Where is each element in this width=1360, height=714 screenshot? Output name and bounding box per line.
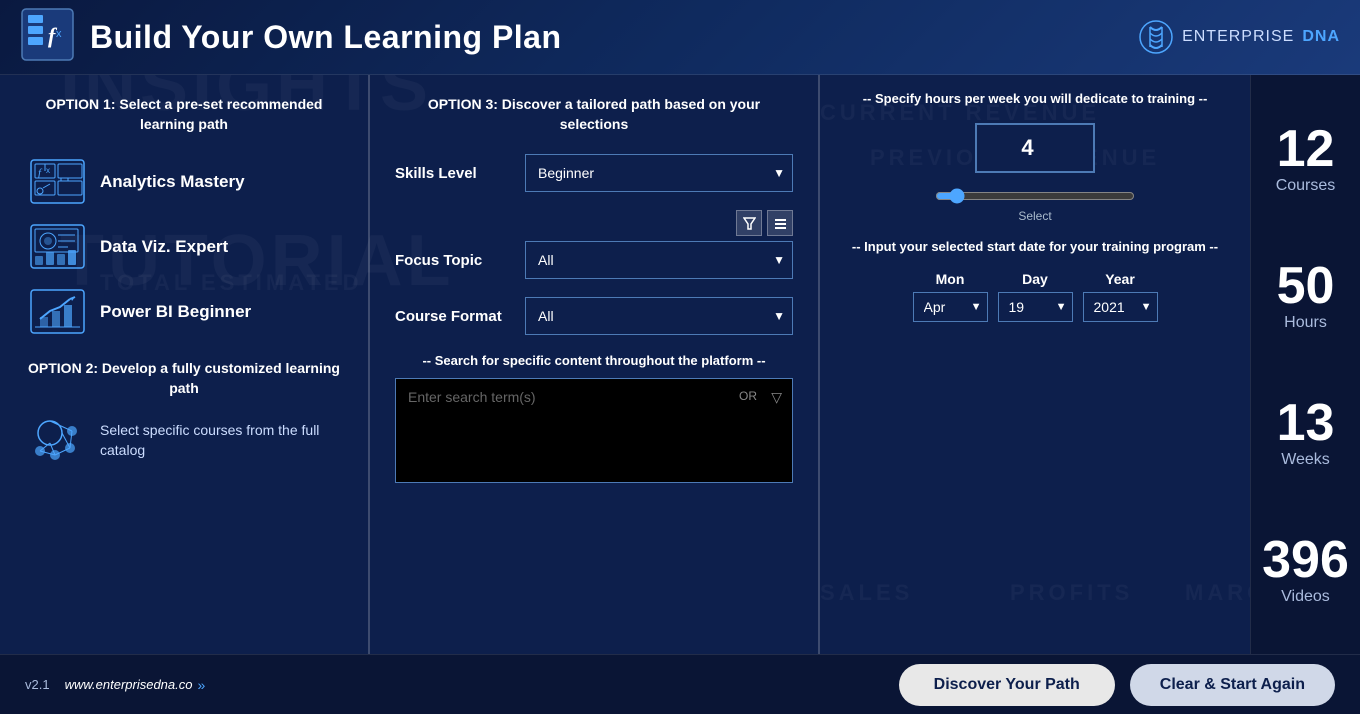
hours-stat-label: Hours — [1277, 314, 1335, 332]
videos-label: Videos — [1262, 588, 1349, 606]
weeks-number: 13 — [1277, 397, 1335, 449]
option2-item[interactable]: Select specific courses from the full ca… — [25, 408, 343, 473]
focus-topic-label: Focus Topic — [395, 252, 515, 269]
courses-label: Courses — [1276, 177, 1336, 195]
search-or-text: OR — [739, 389, 757, 403]
footer-url: www.enterprisedna.co — [65, 677, 193, 692]
option2-text: Select specific courses from the full ca… — [100, 421, 338, 460]
dna-text: DNA — [1302, 28, 1340, 46]
start-date-label: -- Input your selected start date for yo… — [840, 238, 1230, 256]
day-select-wrapper: 1234 5678 9101112 13141516 17181920 2122… — [998, 292, 1073, 322]
year-col: Year 20202021 202220232024 ▼ — [1083, 271, 1158, 322]
courses-stat: 12 Courses — [1276, 123, 1336, 195]
right-panel: -- Specify hours per week you will dedic… — [820, 75, 1250, 654]
slider-area — [840, 188, 1230, 204]
day-select[interactable]: 1234 5678 9101112 13141516 17181920 2122… — [998, 292, 1073, 322]
courses-number: 12 — [1276, 123, 1336, 175]
month-label: Mon — [936, 271, 965, 287]
svg-text:x: x — [46, 166, 50, 175]
search-placeholder-text: Enter search term(s) — [408, 389, 536, 405]
dataviz-item[interactable]: Data Viz. Expert — [25, 214, 343, 279]
skills-level-row: Skills Level Beginner Intermediate Advan… — [395, 154, 793, 192]
hours-input-area — [840, 123, 1230, 173]
powerbi-item[interactable]: Power BI Beginner — [25, 279, 343, 344]
hours-slider[interactable] — [935, 188, 1135, 204]
hours-label: -- Specify hours per week you will dedic… — [840, 90, 1230, 108]
header: f x Build Your Own Learning Plan ENTERPR… — [0, 0, 1360, 75]
hours-input[interactable] — [975, 123, 1095, 173]
left-panel: OPTION 1: Select a pre-set recommended l… — [0, 75, 370, 654]
svg-text:f: f — [38, 167, 43, 179]
month-col: Mon JanFebMar AprMayJun JulAugSep OctNov… — [913, 271, 988, 322]
skills-level-label: Skills Level — [395, 165, 515, 182]
analytics-icon: f x — [30, 159, 85, 204]
enterprise-text: ENTERPRISE — [1182, 28, 1294, 46]
focus-topic-select-wrapper: All Power BI DAX Python SQL ▼ — [525, 241, 793, 279]
option3-title: OPTION 3: Discover a tailored path based… — [395, 95, 793, 134]
month-select-wrapper: JanFebMar AprMayJun JulAugSep OctNovDec … — [913, 292, 988, 322]
svg-text:x: x — [56, 28, 62, 40]
header-logo: f x — [20, 7, 90, 67]
hours-stat: 50 Hours — [1277, 260, 1335, 332]
dataviz-label: Data Viz. Expert — [100, 237, 228, 257]
day-col: Day 1234 5678 9101112 13141516 17181920 … — [998, 271, 1073, 322]
page-title: Build Your Own Learning Plan — [90, 19, 562, 56]
main-content: OPTION 1: Select a pre-set recommended l… — [0, 75, 1360, 654]
brand-logo: ENTERPRISE DNA — [1138, 19, 1340, 55]
focus-topic-select[interactable]: All Power BI DAX Python SQL — [525, 241, 793, 279]
skills-level-select[interactable]: Beginner Intermediate Advanced — [525, 154, 793, 192]
search-label: -- Search for specific content throughou… — [395, 353, 793, 368]
powerbi-label: Power BI Beginner — [100, 302, 251, 322]
filter-icons-row — [525, 210, 793, 236]
month-select[interactable]: JanFebMar AprMayJun JulAugSep OctNovDec — [913, 292, 988, 322]
course-format-label: Course Format — [395, 308, 515, 325]
filter-icon-2[interactable] — [767, 210, 793, 236]
search-filter-icon: ▽ — [771, 389, 782, 406]
option1-title: OPTION 1: Select a pre-set recommended l… — [25, 95, 343, 134]
footer-buttons: Discover Your Path Clear & Start Again — [899, 664, 1335, 706]
year-select-wrapper: 20202021 202220232024 ▼ — [1083, 292, 1158, 322]
course-format-row: Course Format All Video Course Workshop … — [395, 297, 793, 335]
focus-topic-row: Focus Topic All Power BI DAX Python SQL … — [395, 241, 793, 279]
right-section: -- Specify hours per week you will dedic… — [820, 75, 1360, 654]
course-format-select-wrapper: All Video Course Workshop ▼ — [525, 297, 793, 335]
middle-panel: OPTION 3: Discover a tailored path based… — [370, 75, 820, 654]
search-area[interactable]: Enter search term(s) OR ▽ — [395, 378, 793, 483]
analytics-mastery-item[interactable]: f x Analytics Mastery — [25, 149, 343, 214]
year-select[interactable]: 20202021 202220232024 — [1083, 292, 1158, 322]
year-label: Year — [1105, 271, 1135, 287]
videos-number: 396 — [1262, 534, 1349, 586]
weeks-label: Weeks — [1277, 451, 1335, 469]
videos-stat: 396 Videos — [1262, 534, 1349, 606]
date-row: Mon JanFebMar AprMayJun JulAugSep OctNov… — [840, 271, 1230, 322]
footer-chevron-icon: » — [197, 677, 205, 693]
footer: v2.1 www.enterprisedna.co » Discover You… — [0, 654, 1360, 714]
select-label: Select — [840, 209, 1230, 223]
dataviz-icon — [30, 224, 85, 269]
course-format-select[interactable]: All Video Course Workshop — [525, 297, 793, 335]
clear-start-again-button[interactable]: Clear & Start Again — [1130, 664, 1335, 706]
discover-path-button[interactable]: Discover Your Path — [899, 664, 1115, 706]
day-label: Day — [1022, 271, 1048, 287]
powerbi-icon — [30, 289, 85, 334]
filter-icon-1[interactable] — [736, 210, 762, 236]
catalog-icon — [30, 413, 85, 468]
skills-level-select-wrapper: Beginner Intermediate Advanced ▼ — [525, 154, 793, 192]
app-logo-icon: f x — [20, 7, 75, 62]
analytics-mastery-label: Analytics Mastery — [100, 172, 245, 192]
hours-number: 50 — [1277, 260, 1335, 312]
weeks-stat: 13 Weeks — [1277, 397, 1335, 469]
version-text: v2.1 — [25, 677, 50, 692]
dna-icon — [1138, 19, 1174, 55]
option2-title: OPTION 2: Develop a fully customized lea… — [25, 359, 343, 398]
stats-sidebar: 12 Courses 50 Hours 13 Weeks 396 Videos — [1250, 75, 1360, 654]
